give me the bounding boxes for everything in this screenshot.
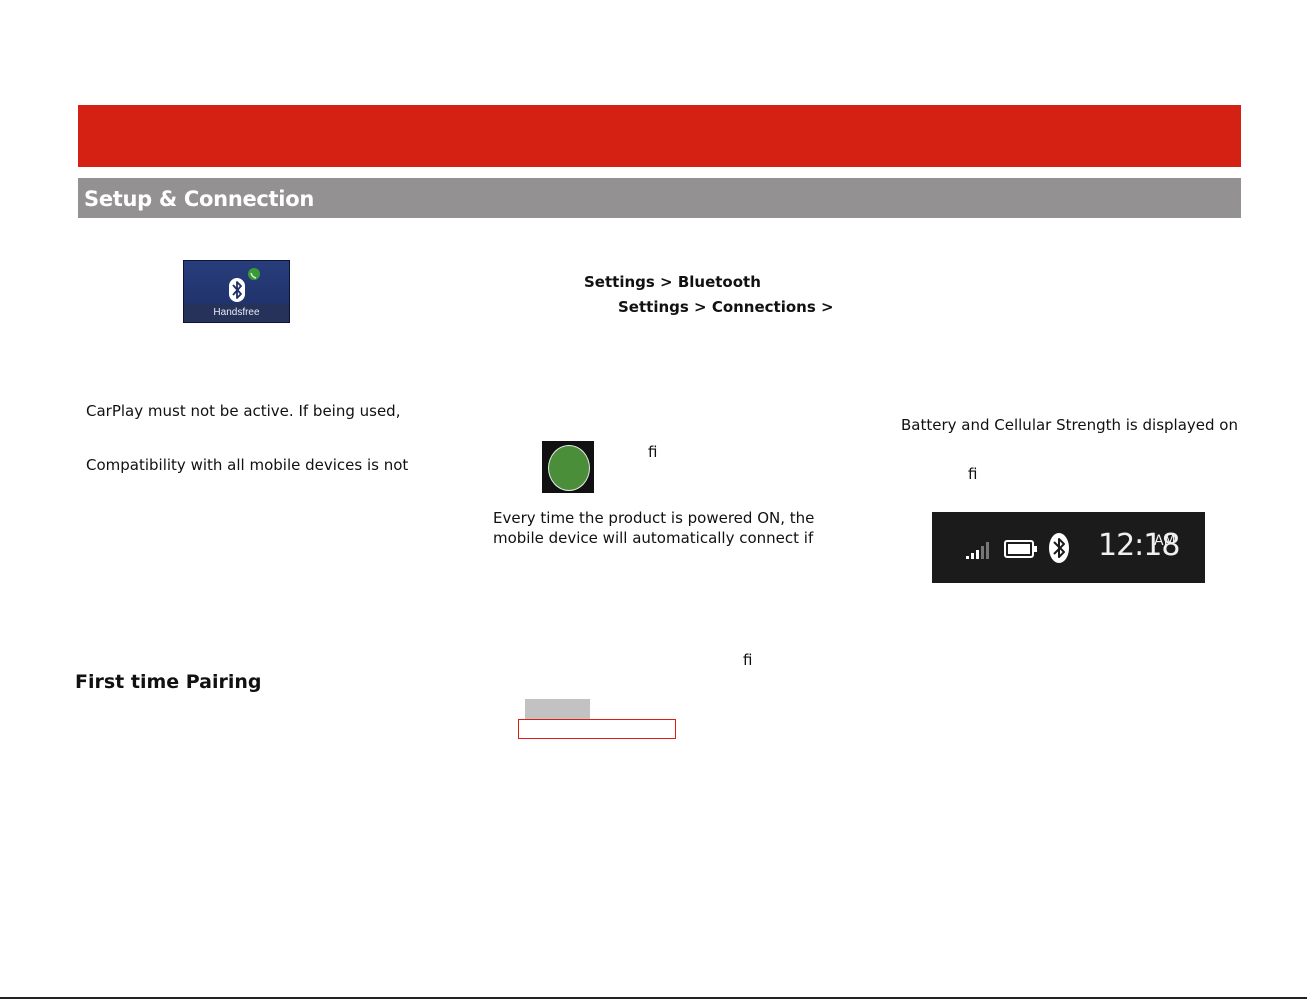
red-outline-box <box>518 719 676 739</box>
auto-connect-line-1: Every time the product is powered ON, th… <box>493 509 815 527</box>
settings-path-connections: Settings > Connections > <box>618 298 834 316</box>
page-bottom-rule <box>0 997 1307 999</box>
handsfree-label: Handsfree <box>184 304 289 322</box>
handsfree-button[interactable]: Handsfree <box>183 260 290 323</box>
battery-icon <box>1004 540 1037 558</box>
bluetooth-icon <box>1049 533 1069 563</box>
phone-icon <box>248 268 260 280</box>
fi-glyph: ﬁ <box>968 465 978 483</box>
section-header-bar: Setup & Connection <box>78 178 1241 218</box>
grey-highlight <box>525 699 590 719</box>
settings-path-bluetooth: Settings > Bluetooth <box>584 273 761 291</box>
bluetooth-icon <box>229 278 245 302</box>
header-red-band <box>78 105 1241 167</box>
carplay-note: CarPlay must not be active. If being use… <box>86 402 401 420</box>
section-title: Setup & Connection <box>84 187 314 211</box>
clock-ampm: AM <box>1154 533 1176 549</box>
green-circle-icon <box>548 445 590 491</box>
status-bar: 12:18 AM <box>932 512 1205 583</box>
battery-note: Battery and Cellular Strength is display… <box>901 416 1238 434</box>
fi-glyph: ﬁ <box>743 651 753 669</box>
compatibility-note: Compatibility with all mobile devices is… <box>86 456 409 474</box>
green-button-image <box>542 441 594 493</box>
auto-connect-line-2: mobile device will automatically connect… <box>493 529 814 547</box>
first-time-pairing-heading: First time Pairing <box>75 671 262 693</box>
signal-icon <box>966 542 989 559</box>
fi-glyph: ﬁ <box>648 443 658 461</box>
